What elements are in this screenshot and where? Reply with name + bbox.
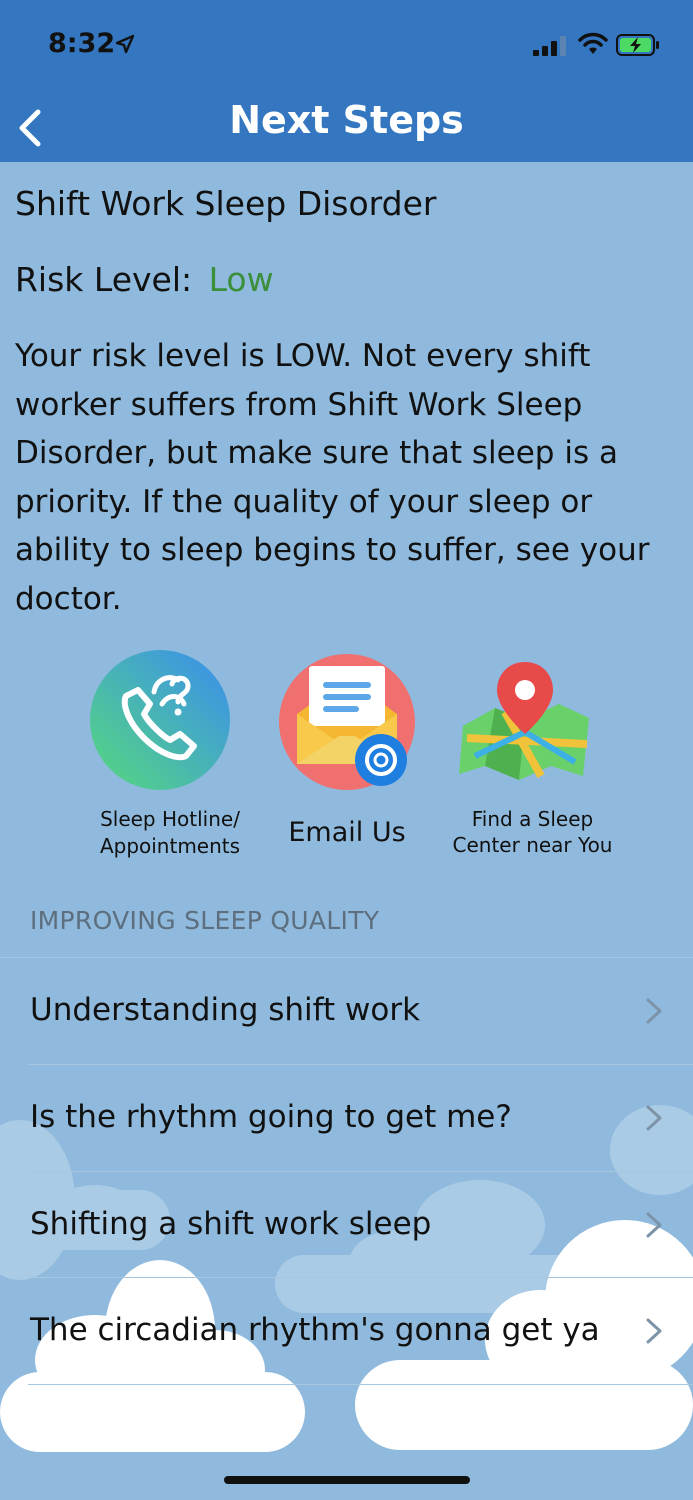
risk-description: Your risk level is LOW. Not every shift … [15, 338, 650, 617]
list-item-label: Is the rhythm going to get me? [30, 1099, 512, 1135]
status-bar: 8:32 [0, 0, 693, 90]
cellular-signal-icon [533, 36, 566, 56]
location-arrow-icon [115, 34, 135, 54]
home-indicator[interactable] [224, 1476, 470, 1484]
find-sleep-center-label: Find a Sleep Center near You [452, 807, 613, 857]
list-item-circadian-rhythm[interactable]: The circadian rhythm's gonna get ya [0, 1278, 693, 1384]
risk-level-label: Risk Level: [15, 260, 193, 299]
chevron-right-icon [646, 1105, 662, 1131]
chevron-right-icon [646, 998, 662, 1024]
chevron-right-icon [646, 1318, 662, 1344]
risk-level-row: Risk Level: Low [15, 258, 274, 302]
sleep-hotline-label: Sleep Hotline/Appointments [99, 807, 241, 858]
list-item-label: Shifting a shift work sleep [30, 1206, 432, 1242]
list-divider [28, 1384, 693, 1385]
status-time: 8:32 [48, 28, 116, 59]
map-pin-icon [459, 662, 589, 780]
page-title: Next Steps [229, 98, 464, 142]
list-item-shifting-sleep[interactable]: Shifting a shift work sleep [0, 1172, 693, 1278]
condition-title: Shift Work Sleep Disorder [15, 184, 437, 223]
envelope-at-icon [279, 654, 415, 790]
section-header: IMPROVING SLEEP QUALITY [30, 906, 380, 935]
chevron-right-icon [646, 1212, 662, 1238]
list-item-label: Understanding shift work [30, 992, 421, 1028]
wifi-icon [578, 32, 608, 54]
phone-question-icon [90, 650, 230, 790]
list-item-label: The circadian rhythm's gonna get ya [30, 1312, 600, 1348]
list-item-rhythm-get-me[interactable]: Is the rhythm going to get me? [0, 1065, 693, 1171]
list-item-understanding-shift-work[interactable]: Understanding shift work [0, 958, 693, 1064]
battery-charging-icon [616, 34, 659, 56]
risk-level-value: Low [208, 260, 274, 299]
email-us-label: Email Us [288, 817, 406, 848]
